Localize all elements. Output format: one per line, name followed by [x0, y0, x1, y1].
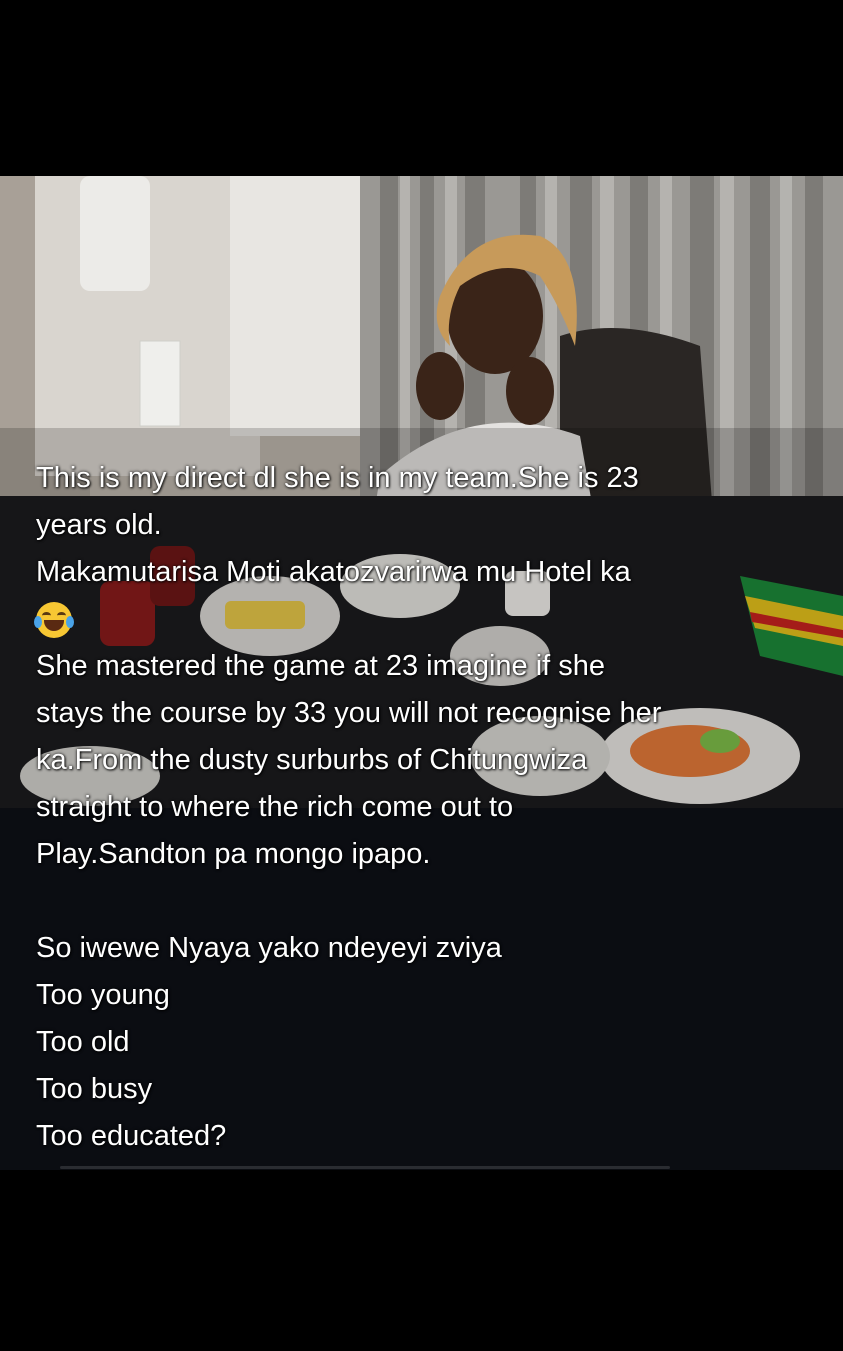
post-caption: This is my direct dl she is in my team.S… — [34, 455, 826, 1160]
face-with-tears-of-joy-icon — [34, 602, 74, 639]
caption-line: stays the course by 33 you will not reco… — [36, 697, 662, 729]
caption-line: Too young — [36, 979, 170, 1011]
bottom-black-bar — [0, 1170, 843, 1351]
emoji-line — [34, 596, 826, 643]
caption-line: So iwewe Nyaya yako ndeyeyi zviya — [36, 932, 502, 964]
caption-line: Too educated? — [36, 1120, 227, 1152]
caption-line: She mastered the game at 23 imagine if s… — [36, 650, 606, 682]
top-black-bar — [0, 0, 843, 176]
caption-line: Play.Sandton pa mongo ipapo. — [36, 838, 431, 870]
caption-line: Too busy — [36, 1073, 153, 1105]
scroll-indicator[interactable] — [60, 1166, 670, 1169]
caption-line: years old. — [36, 509, 162, 541]
caption-line: straight to where the rich come out to — [36, 791, 514, 823]
caption-line: This is my direct dl she is in my team.S… — [36, 462, 639, 494]
caption-line: Makamutarisa Moti akatozvarirwa mu Hotel… — [36, 556, 631, 588]
caption-line: Too old — [36, 1026, 130, 1058]
caption-line: ka.From the dusty surburbs of Chitungwiz… — [36, 744, 588, 776]
